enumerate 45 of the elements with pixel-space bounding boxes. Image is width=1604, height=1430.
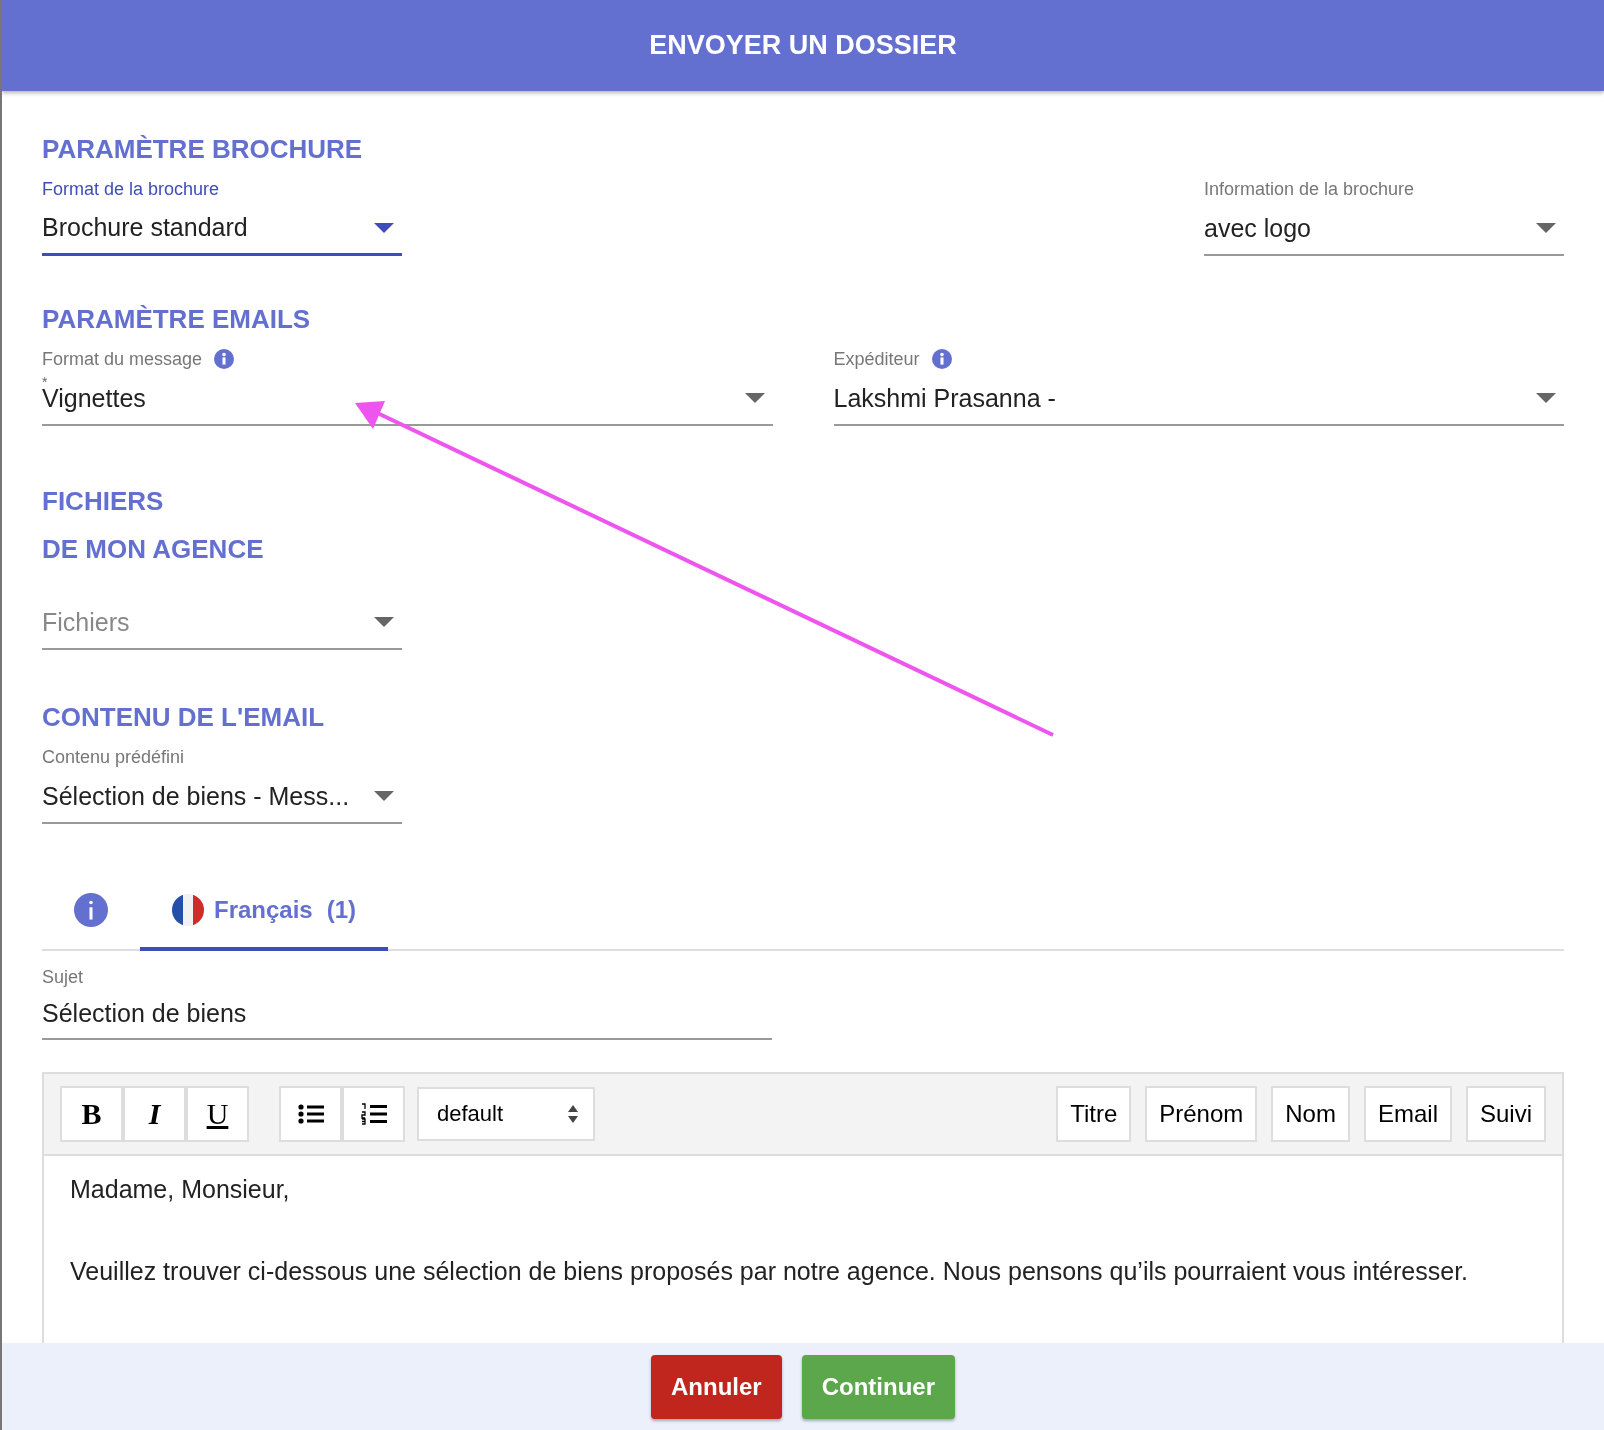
field-label: Information de la brochure [1204,178,1415,200]
spinner-arrows-icon [567,1104,579,1124]
dropdown-field[interactable]: Brochure standard [42,202,402,256]
section-title: PARAMÈTRE BROCHURE [42,134,363,164]
merge-field-button[interactable]: Nom [1271,1086,1350,1142]
caret-icon [374,222,394,233]
dropdown-field[interactable]: avec logo [1204,202,1564,256]
field-label: Format du message [42,348,203,370]
underline-button[interactable]: U [186,1086,249,1142]
info-icon [74,892,108,927]
flag-icon [172,893,204,926]
caret-icon [374,791,394,801]
paragraph: Veuillez trouver ci-dessous une sélection de biens proposés par notre agence. Nous pensons qu’ils pourraient vous intéresser. [70,1256,1470,1286]
field-label: Format de la brochure [42,178,220,200]
italic-button[interactable]: I [123,1086,186,1142]
cancel-button[interactable]: Annuler [651,1354,782,1419]
caret-icon [374,617,394,627]
style-select[interactable]: default [417,1087,595,1141]
subject-field[interactable]: Sélection de biens [42,988,772,1040]
dropdown-field[interactable]: Sélection de biens - Mess... [42,770,402,824]
caret-icon [744,393,765,403]
merge-field-button[interactable]: Titre [1056,1086,1132,1142]
required-mark: * [42,374,48,390]
merge-field-button[interactable]: Suivi [1465,1086,1546,1142]
language-tab[interactable]: Français (1) [140,872,389,951]
section-title: DE MON AGENCE [42,534,264,564]
numbered-list-icon [360,1103,387,1125]
field-label: Expéditeur [833,348,920,370]
caret-icon [1536,223,1556,233]
numbered-list-button[interactable] [342,1086,405,1142]
field-label: Contenu prédéfini [42,746,185,768]
section-title: PARAMÈTRE EMAILS [42,304,311,334]
field-label: Sujet [42,967,85,988]
section-title: CONTENU DE L'EMAIL [42,702,325,732]
merge-field-button[interactable]: Email [1363,1086,1452,1142]
dropdown-field[interactable]: Fichiers [42,596,402,650]
bullet-list-button[interactable] [279,1086,342,1142]
caret-icon [1536,393,1556,403]
dialog-title: ENVOYER UN DOSSIER [649,30,957,61]
bold-button[interactable]: B [60,1086,123,1142]
paragraph: Madame, Monsieur, [70,1174,291,1204]
bullet-list-icon [297,1104,324,1124]
section-title: FICHIERS [42,486,164,516]
dropdown-field[interactable]: Lakshmi Prasanna - [833,372,1564,426]
merge-field-button[interactable]: Prénom [1145,1086,1258,1142]
